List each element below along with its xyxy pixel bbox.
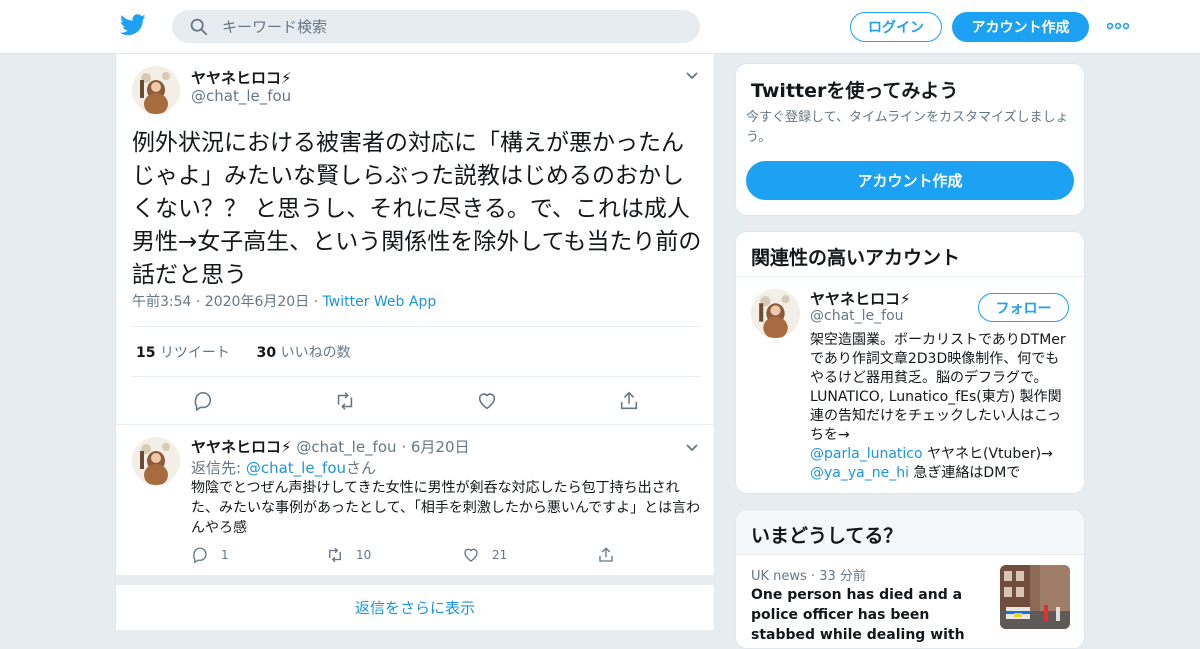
meta-separator: · [810, 569, 820, 584]
divider [132, 326, 700, 327]
card-title: Twitterを使ってみよう [751, 80, 959, 102]
news-time: 33 分前 [819, 569, 866, 584]
card-title: 関連性の高いアカウント [751, 247, 961, 269]
avatar-illustration [132, 66, 180, 114]
signup-prompt-card: Twitterを使ってみよう 今すぐ登録して、タイムラインをカスタマイズしましょ… [735, 63, 1085, 216]
signup-button[interactable]: アカウント作成 [952, 12, 1089, 42]
share-icon [599, 547, 613, 562]
reply-icon [193, 547, 207, 564]
trends-card: いまどうしてる？ UK news · 33 分前 One person has … [735, 509, 1085, 649]
like-icon[interactable] [476, 390, 498, 412]
news-item[interactable]: UK news · 33 分前 One person has died and … [736, 555, 1084, 648]
section-divider [116, 575, 714, 585]
reply-prefix: 返信先: [191, 459, 246, 477]
tweet-stats: 15 リツイート 30 いいねの数 [136, 342, 351, 362]
like-count: 30 [256, 345, 277, 361]
account-handle[interactable]: @chat_le_fou [810, 308, 904, 324]
news-meta: UK news · 33 分前 [751, 565, 866, 584]
divider [132, 376, 700, 377]
news-headline[interactable]: One person has died and a police officer… [751, 585, 986, 648]
bio-link[interactable]: @ya_ya_ne_hi [810, 465, 909, 481]
reply-count: 1 [221, 548, 229, 562]
reply-action[interactable]: 1 [191, 544, 229, 566]
search-icon [190, 18, 208, 36]
login-button[interactable]: ログイン [850, 12, 942, 42]
avatar-illustration [132, 437, 180, 485]
retweet-action[interactable]: 10 [326, 544, 371, 566]
like-stat[interactable]: 30 いいねの数 [257, 345, 351, 361]
avatar[interactable] [132, 66, 180, 114]
twitter-logo-icon[interactable] [120, 14, 146, 36]
author-name[interactable]: ヤヤネヒロコ⚡ [191, 438, 292, 456]
avatar[interactable] [751, 289, 800, 338]
author-handle[interactable]: @chat_le_fou [191, 87, 291, 105]
retweet-stat[interactable]: 15 リツイート [136, 345, 230, 361]
retweet-icon[interactable] [334, 390, 356, 412]
tweet-timestamp: 午前3:54 · 2020年6月20日 · Twitter Web App [132, 291, 436, 311]
retweet-count: 15 [136, 345, 156, 361]
account-bio: 架空造園業。ボーカリストでありDTMerであり作詞文章2D3D映像制作、何でもや… [810, 331, 1072, 483]
like-count: 21 [492, 548, 508, 562]
related-accounts-card: 関連性の高いアカウント ヤヤネヒロコ⚡ @chat_le_fou フォロー 架空… [735, 231, 1085, 494]
retweet-icon [329, 547, 341, 563]
bio-text: 急ぎ連絡はDMで [908, 465, 1021, 481]
search-input[interactable] [222, 10, 682, 43]
news-thumbnail-image [1000, 565, 1070, 629]
card-description: 今すぐ登録して、タイムラインをカスタマイズしましょう。 [746, 110, 1069, 145]
chevron-down-icon[interactable] [685, 443, 699, 453]
share-action[interactable] [597, 544, 627, 566]
signup-button[interactable]: アカウント作成 [746, 161, 1074, 200]
reply-text: 物陰でとつぜん声掛けしてきた女性に男性が剣呑な対応したら包丁持ち出された、みたい… [191, 480, 701, 536]
author-handle[interactable]: @chat_le_fou [296, 438, 396, 456]
news-thumbnail[interactable] [1000, 565, 1070, 629]
chevron-down-icon[interactable] [685, 71, 699, 81]
account-name[interactable]: ヤヤネヒロコ⚡ [810, 288, 911, 309]
main-timeline-column: ヤヤネヒロコ⚡ @chat_le_fou 例外状況における被害者の対応に「構えが… [115, 54, 715, 630]
author-name[interactable]: ヤヤネヒロコ⚡ [191, 67, 292, 88]
like-action[interactable]: 21 [462, 544, 507, 566]
top-navigation-bar: ログイン アカウント作成 [0, 0, 1200, 54]
divider [116, 424, 714, 425]
retweet-count: 10 [356, 548, 372, 562]
meta-separator: · [401, 438, 407, 456]
meta-separator: · [195, 294, 205, 310]
reply-to-link[interactable]: @chat_le_fou [246, 459, 346, 477]
like-icon [464, 548, 478, 562]
retweet-label: リツイート [159, 345, 230, 361]
bio-link[interactable]: @parla_lunatico [810, 446, 923, 462]
tweet-time[interactable]: 午前3:54 [132, 294, 191, 310]
replying-to: 返信先: @chat_le_fouさん [191, 457, 376, 478]
tweet-date[interactable]: 2020年6月20日 [205, 294, 309, 310]
tweet-text: 例外状況における被害者の対応に「構えが悪かったんじゃよ」みたいな賢しらぶった説教… [132, 130, 702, 288]
card-title: いまどうしてる？ [751, 525, 903, 547]
tweet-source-link[interactable]: Twitter Web App [323, 294, 437, 310]
reply-suffix: さん [346, 459, 377, 477]
search-box[interactable] [172, 10, 700, 43]
news-source: UK news [751, 569, 807, 584]
follow-button[interactable]: フォロー [978, 293, 1069, 322]
bio-text: 架空造園業。ボーカリストでありDTMerであり作詞文章2D3D映像制作、何でもや… [810, 332, 1066, 443]
reply-date[interactable]: 6月20日 [411, 438, 470, 456]
divider [736, 276, 1084, 277]
meta-separator: · [313, 294, 323, 310]
avatar[interactable] [132, 437, 180, 485]
share-icon[interactable] [618, 390, 640, 412]
reply-icon[interactable] [192, 390, 214, 412]
show-more-replies-link[interactable]: 返信をさらに表示 [116, 585, 714, 630]
avatar-illustration [751, 289, 800, 338]
bio-text: ヤヤネヒ(Vtuber)→ [922, 446, 1053, 462]
more-icon[interactable] [1107, 19, 1129, 33]
reply-header: ヤヤネヒロコ⚡ @chat_le_fou · 6月20日 [191, 436, 470, 457]
like-label: いいねの数 [280, 345, 351, 361]
